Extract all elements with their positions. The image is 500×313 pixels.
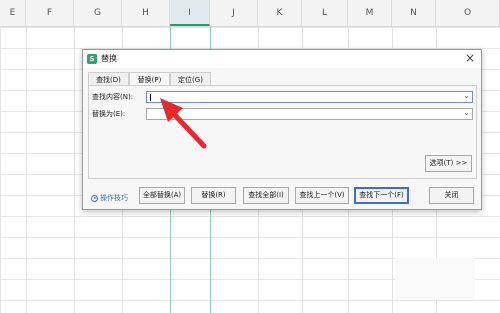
red-arrow-annotation <box>160 98 207 149</box>
arrow-shaft <box>169 109 207 149</box>
